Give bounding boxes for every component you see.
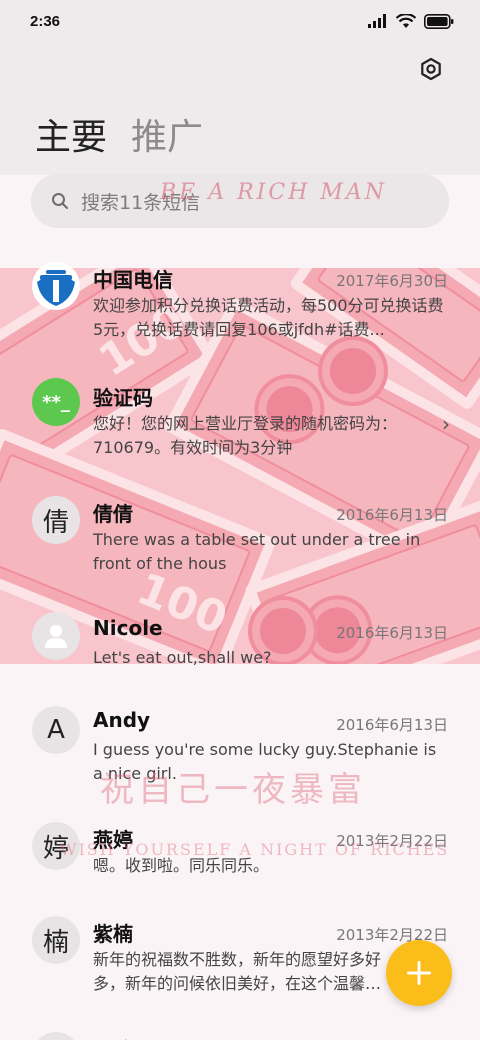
battery-icon	[424, 13, 454, 29]
contact-name: 中国电信	[93, 268, 173, 292]
message-date: 2017年6月30日	[336, 272, 448, 290]
new-message-button[interactable]	[386, 940, 452, 1006]
conversation-item[interactable]: **_ 验证码 您好！您的网上营业厅登录的随机密码为：710679。有效时间为3…	[0, 376, 480, 486]
avatar-text: 倩	[42, 507, 69, 538]
avatar-text: **_	[42, 391, 70, 413]
message-preview: 欢迎参加积分兑换话费活动，每500分可兑换话费5元，兑换话费请回复106或jfd…	[93, 296, 444, 339]
conversation-item[interactable]: 中国电信 2017年6月30日 欢迎参加积分兑换话费活动，每500分可兑换话费5…	[0, 260, 480, 370]
contact-name: Andy	[93, 708, 151, 732]
avatar-text: 楠	[42, 927, 69, 958]
verification-code-avatar: **_	[32, 378, 80, 426]
message-preview: There was a table set out under a tree i…	[93, 530, 421, 573]
conversation-item[interactable]: 子玲	[0, 1030, 480, 1040]
conversation-item[interactable]: 倩 倩倩 2016年6月13日 There was a table set ou…	[0, 494, 480, 604]
avatar	[32, 1032, 80, 1040]
contact-name: Nicole	[93, 616, 163, 640]
message-preview: Let's eat out,shall we?	[93, 648, 272, 667]
contact-name: 子玲	[93, 1034, 133, 1040]
tab-primary[interactable]: 主要	[35, 108, 107, 160]
conversation-item[interactable]: 婷 燕婷 2013年2月22日 嗯。收到啦。同乐同乐。	[0, 822, 480, 912]
message-preview: 新年的祝福数不胜数，新年的愿望好多好多，新年的问候依旧美好，在这个温馨的时刻	[93, 950, 382, 993]
tab-promotions[interactable]: 推广	[131, 108, 203, 160]
tab-bar: 主要 推广	[35, 108, 203, 160]
contact-name: 验证码	[93, 386, 153, 410]
contact-name: 紫楠	[93, 922, 133, 946]
status-bar: 2:36	[0, 0, 480, 42]
settings-button[interactable]	[416, 54, 446, 84]
avatar: 倩	[32, 496, 80, 544]
china-telecom-logo-icon	[32, 262, 80, 310]
contact-name: 倩倩	[93, 502, 133, 526]
message-date: 2016年6月13日	[336, 506, 448, 524]
avatar-text: A	[47, 715, 65, 745]
message-date: 2016年6月13日	[336, 716, 448, 734]
avatar: 楠	[32, 916, 80, 964]
conversation-item[interactable]: Nicole 2016年6月13日 Let's eat out,shall we…	[0, 612, 480, 702]
signal-icon	[368, 14, 386, 28]
status-time: 2:36	[30, 12, 61, 30]
message-date: 2016年6月13日	[336, 624, 448, 642]
chevron-right-icon[interactable]: ›	[442, 412, 450, 436]
message-preview: 您好！您的网上营业厅登录的随机密码为：710679。有效时间为3分钟	[93, 414, 398, 457]
status-icons	[368, 13, 454, 29]
wallpaper-text-top: BE A RICH MAN	[160, 180, 388, 205]
plus-icon	[407, 961, 431, 985]
default-contact-avatar-icon	[32, 612, 80, 660]
avatar: A	[32, 706, 80, 754]
wallpaper-text-bottom: WISH YOURSELF A NIGHT OF RICHES	[60, 840, 450, 859]
wifi-icon	[396, 13, 416, 28]
gear-icon	[421, 57, 441, 81]
search-icon	[52, 193, 68, 209]
wallpaper-text-middle: 祝自己一夜暴富	[100, 770, 366, 810]
